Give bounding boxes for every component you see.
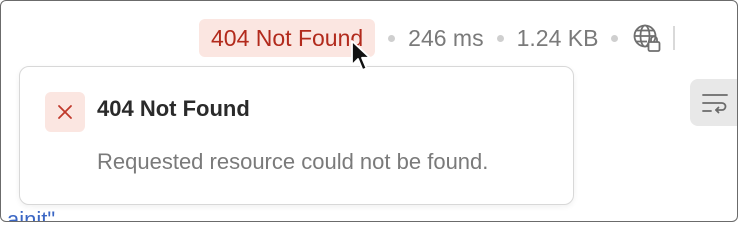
text-wrap-button[interactable] — [690, 79, 737, 126]
error-message: Requested resource could not be found. — [97, 149, 489, 174]
response-panel: 404 Not Found 246 ms 1.24 KB 404 Not Fou… — [0, 0, 738, 222]
globe-lock-icon[interactable] — [631, 22, 663, 54]
mouse-pointer-icon — [351, 40, 371, 71]
separator-dot — [611, 34, 619, 42]
toolbar-divider — [673, 26, 676, 50]
status-code-badge[interactable]: 404 Not Found — [199, 19, 376, 57]
close-x-icon — [45, 92, 85, 132]
error-title: 404 Not Found — [97, 96, 250, 121]
response-size[interactable]: 1.24 KB — [517, 25, 599, 52]
response-status-bar: 404 Not Found 246 ms 1.24 KB — [199, 18, 676, 58]
error-popover: 404 Not Found Requested resource could n… — [19, 66, 574, 205]
text-wrap-icon — [701, 93, 728, 113]
status-code-label: 404 Not Found — [211, 24, 364, 51]
response-time[interactable]: 246 ms — [408, 25, 483, 52]
separator-dot — [496, 34, 504, 42]
response-body-text: ainit" — [7, 207, 56, 222]
separator-dot — [388, 34, 396, 42]
